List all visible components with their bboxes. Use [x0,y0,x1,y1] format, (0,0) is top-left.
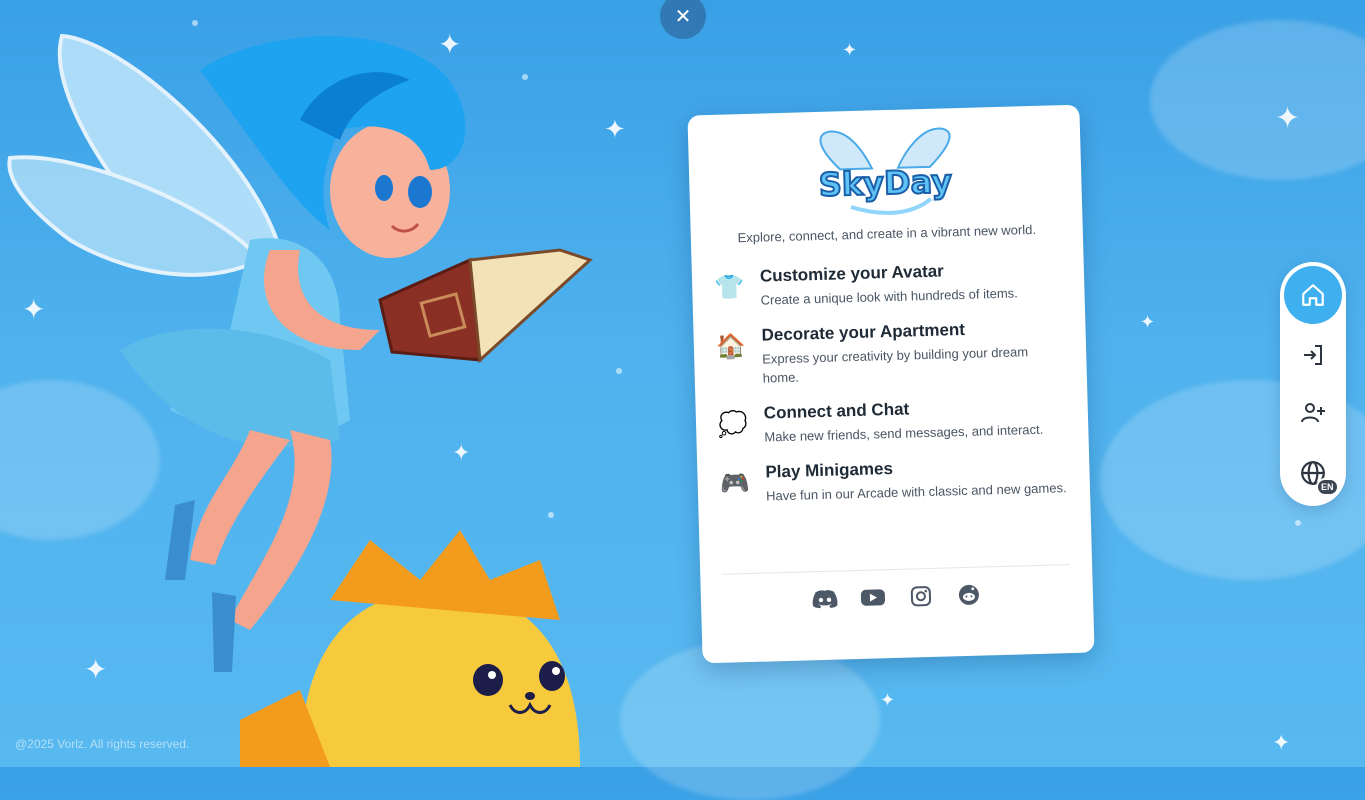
home-icon [1302,284,1324,306]
login-icon [1304,345,1322,365]
youtube-icon [860,589,886,606]
feature-item-apartment: 🏠 Decorate your Apartment Express your c… [715,317,1065,389]
feature-title: Play Minigames [765,458,894,482]
close-button[interactable]: ✕ [660,0,706,39]
youtube-link[interactable] [860,584,887,611]
background-cloud [620,640,880,800]
sparkle-icon: ✦ [1140,312,1156,332]
instagram-link[interactable] [908,583,935,610]
gamepad-icon: 🎮 [719,469,750,498]
discord-link[interactable] [812,586,839,613]
close-icon: ✕ [674,5,692,28]
home-button[interactable] [1284,266,1342,324]
signup-button[interactable] [1284,384,1342,442]
feature-item-minigames: 🎮 Play Minigames Have fun in our Arcade … [719,454,1068,507]
tagline: Explore, connect, and create in a vibran… [737,221,1037,246]
feature-description: Have fun in our Arcade with classic and … [765,480,1067,504]
sparkle-icon: ✦ [1272,730,1291,755]
feature-description: Create a unique look with hundreds of it… [760,285,1018,308]
instagram-icon [910,586,932,607]
side-navigation: EN [1280,262,1346,506]
feature-title: Connect and Chat [763,399,910,423]
background-cloud [1150,20,1365,180]
discord-icon [812,590,838,609]
copyright-text: @2025 Vorlz. All rights reserved. [15,737,190,751]
sparkle-icon: ✦ [1275,102,1301,135]
speech-bubble-icon: 💭 [717,411,749,439]
logo-wings-icon: SkyDay [817,127,954,215]
language-button[interactable]: EN [1284,444,1342,502]
welcome-card: SkyDay Explore, connect, and create in a… [687,104,1095,664]
feature-description: Make new friends, send messages, and int… [764,421,1044,445]
feature-description: Express your creativity by building your… [762,344,1029,386]
sparkle-dot [1295,520,1301,526]
social-links [722,565,1071,615]
language-badge: EN [1316,478,1339,496]
login-button[interactable] [1284,326,1342,384]
logo-text: SkyDay [818,162,952,204]
feature-item-avatar: 👕 Customize your Avatar Create a unique … [714,258,1063,311]
skyday-logo: SkyDay [710,123,1060,225]
add-user-icon [1301,403,1325,423]
feature-list: 👕 Customize your Avatar Create a unique … [714,258,1070,556]
feature-title: Customize your Avatar [759,261,945,286]
feature-item-chat: 💭 Connect and Chat Make new friends, sen… [718,395,1067,448]
shirt-icon: 👕 [713,274,745,302]
reddit-icon [958,584,979,605]
feature-title: Decorate your Apartment [761,319,966,345]
house-icon: 🏠 [715,333,747,361]
sparkle-icon: ✦ [842,40,858,60]
sparkle-icon: ✦ [880,690,896,710]
reddit-link[interactable] [956,582,983,609]
fairy-illustration [7,33,593,767]
